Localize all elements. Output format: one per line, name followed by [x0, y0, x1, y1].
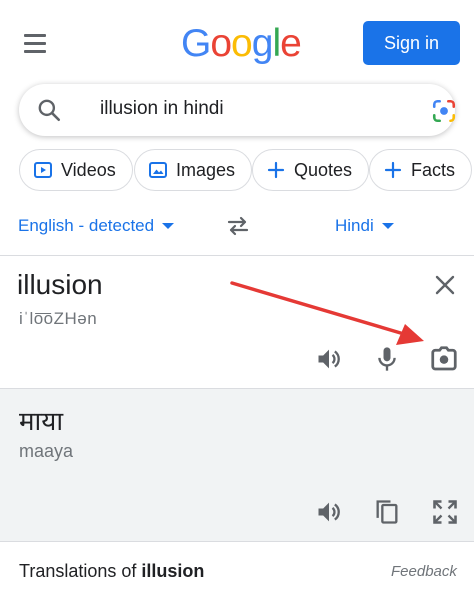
divider [0, 255, 474, 256]
target-language-label: Hindi [335, 216, 374, 235]
search-icon[interactable] [36, 97, 62, 123]
chip-quotes-label: Quotes [294, 159, 353, 180]
translations-of-heading: Translations of illusion [19, 561, 204, 582]
logo-letter-l: l [272, 22, 281, 65]
chip-quotes[interactable]: Quotes [252, 149, 370, 191]
sign-in-button[interactable]: Sign in [363, 21, 460, 65]
chip-facts[interactable]: Facts [369, 149, 473, 191]
logo-letter-o2: o [231, 22, 253, 65]
image-icon [148, 160, 168, 180]
source-language-label: English - detected [18, 216, 155, 235]
chevron-down-icon [381, 222, 394, 229]
header: Google Sign in [0, 0, 474, 84]
target-text: माया [19, 407, 64, 437]
plus-icon [383, 160, 403, 180]
close-icon[interactable] [433, 273, 457, 297]
chip-videos-label: Videos [61, 159, 116, 180]
google-lens-icon[interactable] [431, 98, 457, 124]
hamburger-menu-icon[interactable] [24, 34, 48, 54]
logo-letter-g: G [181, 22, 211, 65]
divider [0, 541, 474, 542]
search-bar[interactable]: illusion in hindi [19, 84, 457, 136]
chip-images-label: Images [176, 159, 236, 180]
source-text[interactable]: illusion [17, 269, 103, 301]
logo-letter-g2: g [251, 22, 274, 65]
search-chips: Videos Images Quotes Facts [19, 149, 474, 191]
plus-icon [266, 160, 286, 180]
translations-prefix: Translations of [19, 561, 142, 581]
search-input[interactable]: illusion in hindi [100, 98, 224, 120]
copy-icon[interactable] [372, 497, 402, 527]
source-language-select[interactable]: English - detected [18, 216, 175, 236]
target-language-select[interactable]: Hindi [335, 216, 394, 236]
fullscreen-icon[interactable] [430, 497, 460, 527]
swap-languages-icon[interactable] [225, 213, 251, 239]
microphone-icon[interactable] [372, 344, 402, 374]
logo-letter-e: e [280, 22, 302, 65]
logo-letter-o1: o [210, 22, 232, 65]
google-logo[interactable]: Google [181, 22, 302, 66]
source-phonetic: iˈlo͞oZHən [19, 309, 98, 328]
chip-facts-label: Facts [411, 159, 456, 180]
translations-word: illusion [141, 561, 205, 581]
speaker-icon[interactable] [314, 344, 344, 374]
chip-videos[interactable]: Videos [19, 149, 133, 191]
target-transliteration: maaya [19, 441, 74, 461]
feedback-link[interactable]: Feedback [391, 563, 457, 580]
translation-output-panel [0, 389, 474, 541]
speaker-icon[interactable] [314, 497, 344, 527]
video-icon [33, 160, 53, 180]
camera-icon[interactable] [429, 344, 459, 374]
chip-images[interactable]: Images [134, 149, 253, 191]
divider [0, 388, 474, 389]
chevron-down-icon [162, 222, 175, 229]
